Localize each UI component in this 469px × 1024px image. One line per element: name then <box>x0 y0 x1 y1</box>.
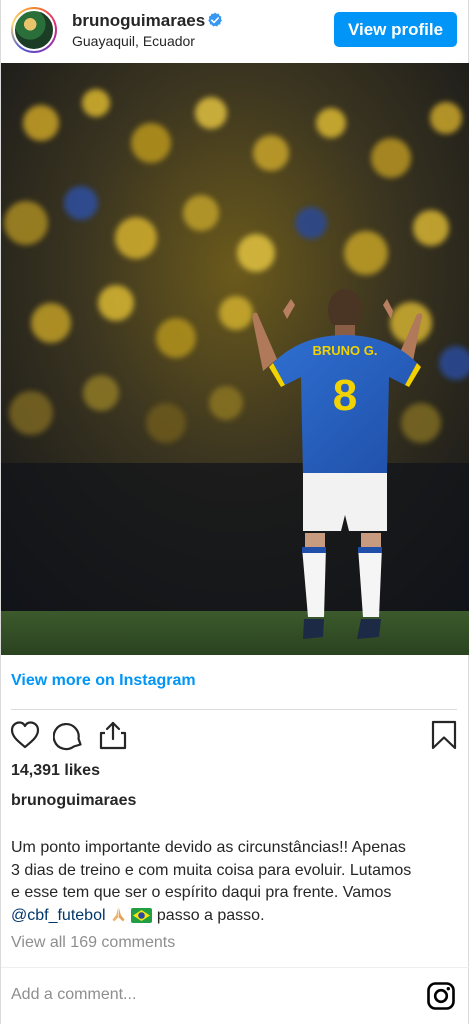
view-all-comments-link[interactable]: View all 169 comments <box>11 934 175 952</box>
header-location[interactable]: Guayaquil, Ecuador <box>72 33 195 49</box>
heart-icon[interactable] <box>9 719 41 751</box>
verified-badge-icon <box>208 12 222 27</box>
avatar-image <box>13 9 55 51</box>
caption-username[interactable]: brunoguimaraes <box>11 792 136 810</box>
view-profile-button[interactable]: View profile <box>334 12 457 47</box>
bookmark-icon[interactable] <box>428 719 460 751</box>
post-header: brunoguimaraes Guayaquil, Ecuador View p… <box>1 0 469 62</box>
instagram-icon[interactable] <box>426 981 456 1011</box>
praying-hands-icon <box>112 907 125 921</box>
view-more-link[interactable]: View more on Instagram <box>11 672 196 690</box>
post-photo[interactable]: BRUNO G. 8 <box>1 63 469 655</box>
likes-count[interactable]: 14,391 likes <box>11 762 100 780</box>
jersey-name: BRUNO G. <box>313 343 378 358</box>
header-username[interactable]: brunoguimaraes <box>72 11 205 31</box>
instagram-embed-card: brunoguimaraes Guayaquil, Ecuador View p… <box>0 0 469 1024</box>
avatar[interactable] <box>11 7 57 53</box>
caption-line-3: e esse tem que ser o espírito daqui pra … <box>11 884 392 901</box>
divider <box>1 967 469 968</box>
brazil-flag-icon <box>131 907 153 923</box>
caption-end: passo a passo. <box>156 906 265 924</box>
share-icon[interactable] <box>97 719 129 751</box>
post-photo-illustration: BRUNO G. 8 <box>1 63 469 655</box>
divider <box>11 709 457 710</box>
caption-line-1: Um ponto importante devido as circunstân… <box>11 839 406 856</box>
jersey-number: 8 <box>333 371 357 420</box>
post-caption: Um ponto importante devido as circunstân… <box>11 837 460 927</box>
caption-line-2: 3 dias de treino e com muita coisa para … <box>11 861 412 879</box>
add-comment-input[interactable]: Add a comment... <box>11 986 136 1004</box>
comment-icon[interactable] <box>53 719 85 751</box>
caption-mention[interactable]: @cbf_futebol <box>11 907 106 924</box>
